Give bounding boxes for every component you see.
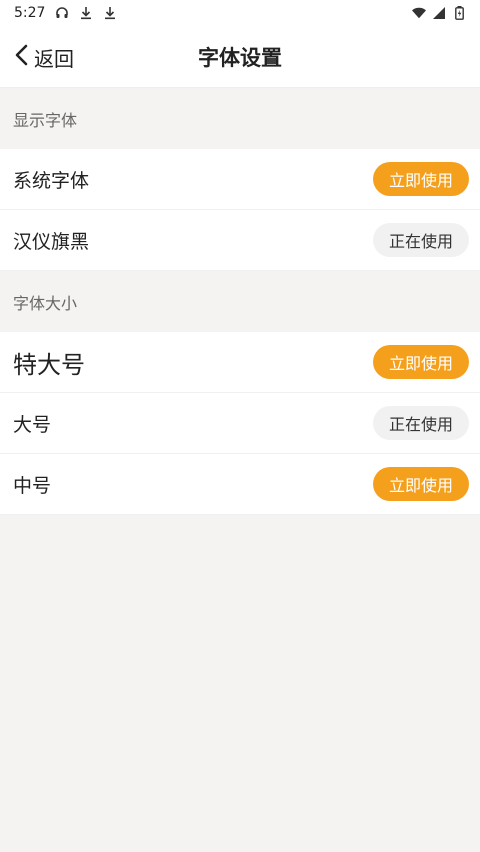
size-row-large: 大号 正在使用 bbox=[0, 393, 480, 454]
row-label: 汉仪旗黑 bbox=[13, 230, 90, 253]
chevron-left-icon bbox=[12, 43, 32, 71]
status-right bbox=[412, 6, 466, 20]
status-time: 5:27 bbox=[14, 5, 46, 21]
use-now-button[interactable]: 立即使用 bbox=[373, 345, 469, 379]
status-left: 5:27 bbox=[14, 5, 117, 21]
size-row-extra-large: 特大号 立即使用 bbox=[0, 332, 480, 393]
download-icon bbox=[79, 6, 93, 20]
back-label: 返回 bbox=[34, 46, 74, 71]
section-header-display-font: 显示字体 bbox=[0, 88, 480, 149]
in-use-button[interactable]: 正在使用 bbox=[373, 223, 469, 257]
in-use-button[interactable]: 正在使用 bbox=[373, 406, 469, 440]
use-now-button[interactable]: 立即使用 bbox=[373, 162, 469, 196]
battery-icon bbox=[452, 6, 466, 20]
wifi-icon bbox=[412, 6, 426, 20]
font-row-hanyi-qihei: 汉仪旗黑 正在使用 bbox=[0, 210, 480, 271]
size-row-medium: 中号 立即使用 bbox=[0, 454, 480, 515]
use-now-button[interactable]: 立即使用 bbox=[373, 467, 469, 501]
row-label: 系统字体 bbox=[13, 169, 90, 192]
download-icon bbox=[103, 6, 117, 20]
nav-bar: 字体设置 返回 bbox=[0, 26, 480, 88]
back-button[interactable]: 返回 bbox=[12, 26, 74, 88]
row-label: 大号 bbox=[13, 413, 52, 436]
row-label: 中号 bbox=[13, 474, 52, 497]
font-settings-screen: 5:27 字体设置 返回 显示字体 系统字体 立即使用 汉仪旗黑 正在使用 字体… bbox=[0, 0, 480, 852]
headset-icon bbox=[55, 6, 69, 20]
section-header-font-size: 字体大小 bbox=[0, 271, 480, 332]
font-row-system: 系统字体 立即使用 bbox=[0, 149, 480, 210]
status-bar: 5:27 bbox=[0, 0, 480, 26]
row-label: 特大号 bbox=[13, 350, 85, 379]
signal-icon bbox=[432, 6, 446, 20]
